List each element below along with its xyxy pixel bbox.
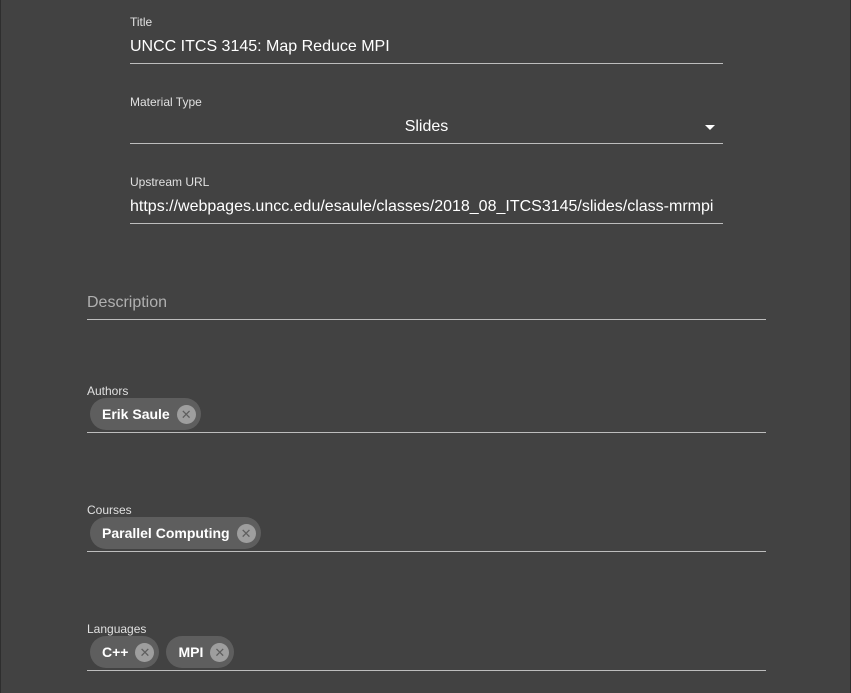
authors-label: Authors: [87, 384, 129, 398]
material-type-label: Material Type: [130, 95, 202, 109]
course-chip[interactable]: Parallel Computing ✕: [90, 517, 261, 549]
author-chip[interactable]: Erik Saule ✕: [90, 398, 201, 430]
title-label: Title: [130, 15, 153, 29]
material-type-value[interactable]: Slides: [130, 118, 723, 136]
language-chip[interactable]: C++ ✕: [90, 636, 160, 668]
language-chip[interactable]: MPI ✕: [166, 636, 235, 668]
title-field[interactable]: Title UNCC ITCS 3145: Map Reduce MPI: [130, 15, 723, 65]
material-type-select[interactable]: Material Type Slides: [130, 95, 723, 145]
chip-text: MPI: [178, 644, 204, 660]
description-underline: [87, 319, 766, 320]
languages-underline: [87, 670, 766, 671]
chip-text: Erik Saule: [102, 406, 170, 422]
title-input[interactable]: UNCC ITCS 3145: Map Reduce MPI: [130, 38, 723, 56]
edit-material-form: Title UNCC ITCS 3145: Map Reduce MPI Mat…: [0, 0, 851, 693]
close-circle-icon[interactable]: ✕: [236, 523, 256, 543]
courses-underline: [87, 551, 766, 552]
description-field[interactable]: Description: [87, 292, 766, 322]
languages-chips: C++ ✕ MPI ✕: [90, 636, 235, 668]
upstream-url-label: Upstream URL: [130, 175, 210, 189]
courses-chips: Parallel Computing ✕: [90, 517, 261, 549]
chip-text: C++: [102, 644, 129, 660]
close-circle-icon[interactable]: ✕: [210, 642, 230, 662]
authors-chips: Erik Saule ✕: [90, 398, 201, 430]
close-circle-icon[interactable]: ✕: [135, 642, 155, 662]
courses-field[interactable]: Courses Parallel Computing ✕: [87, 503, 766, 559]
courses-label: Courses: [87, 503, 132, 517]
title-underline: [130, 63, 723, 64]
languages-field[interactable]: Languages C++ ✕ MPI ✕: [87, 622, 766, 678]
caret-down-icon[interactable]: [705, 125, 715, 130]
close-circle-icon[interactable]: ✕: [176, 404, 196, 424]
languages-label: Languages: [87, 622, 147, 636]
authors-field[interactable]: Authors Erik Saule ✕: [87, 384, 766, 440]
upstream-url-underline: [130, 223, 723, 224]
upstream-url-input[interactable]: https://webpages.uncc.edu/esaule/classes…: [130, 198, 723, 216]
upstream-url-field[interactable]: Upstream URL https://webpages.uncc.edu/e…: [130, 175, 723, 225]
material-type-underline: [130, 143, 723, 144]
authors-underline: [87, 432, 766, 433]
chip-text: Parallel Computing: [102, 525, 230, 541]
description-input[interactable]: Description: [87, 294, 167, 312]
